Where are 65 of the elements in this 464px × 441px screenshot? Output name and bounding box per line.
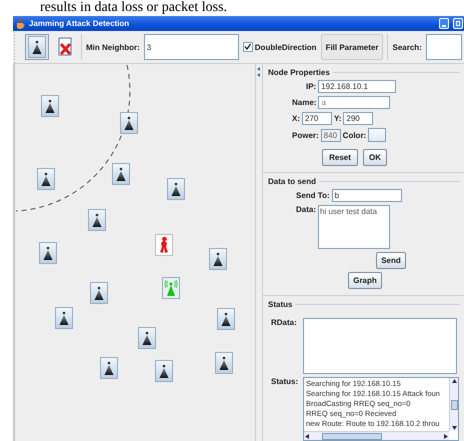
collapse-arrows-icon <box>256 67 261 77</box>
tower-icon <box>138 327 156 349</box>
reset-button[interactable]: Reset <box>322 149 358 166</box>
minimize-button[interactable] <box>439 18 449 29</box>
intruder-icon <box>155 234 173 256</box>
send-to-field[interactable]: b <box>332 189 402 202</box>
tower-icon <box>167 178 185 200</box>
scroll-down-icon <box>450 425 458 431</box>
section-title: Node Properties <box>268 68 330 77</box>
x-label: X: <box>292 114 300 123</box>
data-label: Data: <box>296 205 316 214</box>
send-button[interactable]: Send <box>376 252 406 269</box>
scroll-up-icon <box>450 378 458 384</box>
tower-icon <box>88 209 106 231</box>
search-label: Search: <box>392 42 422 52</box>
rdata-label: RData: <box>271 318 298 327</box>
data-text-area[interactable]: hi user test data <box>318 205 390 249</box>
name-field[interactable]: a <box>318 96 390 109</box>
delete-document-icon <box>56 36 74 58</box>
fill-parameter-button[interactable]: Fill Parameter <box>320 34 384 60</box>
window-title: Jamming Attack Detection <box>29 19 130 28</box>
coffee-cup-icon <box>15 18 26 30</box>
scroll-left-icon <box>304 432 310 440</box>
y-label: Y: <box>334 114 342 123</box>
tower-icon <box>41 95 59 117</box>
tower-icon <box>155 360 173 382</box>
ok-button[interactable]: OK <box>363 149 387 166</box>
horizontal-scrollbar[interactable] <box>304 431 449 440</box>
vertical-scrollbar[interactable] <box>449 378 458 431</box>
tower-icon <box>39 242 57 264</box>
tower-icon <box>55 307 73 329</box>
scroll-right-icon <box>443 432 449 440</box>
name-label: Name: <box>292 98 316 107</box>
section-title: Status <box>268 300 292 309</box>
search-field[interactable] <box>426 34 462 60</box>
section-title: Data to send <box>268 177 316 186</box>
ip-field[interactable]: 192.168.10.1 <box>318 80 396 93</box>
power-label: Power: <box>292 130 319 140</box>
y-field[interactable]: 290 <box>343 112 374 125</box>
tower-icon <box>28 36 46 58</box>
scroll-thumb[interactable] <box>450 400 458 410</box>
tower-icon <box>100 357 118 379</box>
ip-label: IP: <box>306 82 316 91</box>
double-direction-checkbox[interactable] <box>242 42 253 52</box>
min-neighbor-label: Min Neighbor: <box>86 42 140 52</box>
x-field[interactable]: 270 <box>302 112 332 125</box>
status-label: Status: <box>271 377 300 386</box>
maximize-button[interactable] <box>453 18 463 29</box>
tower-icon <box>209 248 227 270</box>
color-swatch-button[interactable] <box>368 128 386 142</box>
scroll-thumb[interactable] <box>322 432 382 440</box>
graph-button[interactable]: Graph <box>348 272 382 289</box>
tower-icon <box>215 352 233 374</box>
caption-text: results in data loss or packet loss. <box>39 0 228 16</box>
send-to-label: Send To: <box>296 191 330 200</box>
tower-icon <box>217 308 235 330</box>
tower-icon <box>120 112 138 134</box>
tower-icon <box>112 163 130 185</box>
double-direction-label: DoubleDirection <box>254 42 317 52</box>
tower-icon <box>90 282 108 304</box>
color-label: Color: <box>342 130 366 140</box>
min-neighbor-field[interactable]: 3 <box>144 34 239 60</box>
tower-tool-button[interactable] <box>25 34 49 60</box>
tower-icon <box>37 168 55 190</box>
signal-tower-icon <box>162 277 180 299</box>
